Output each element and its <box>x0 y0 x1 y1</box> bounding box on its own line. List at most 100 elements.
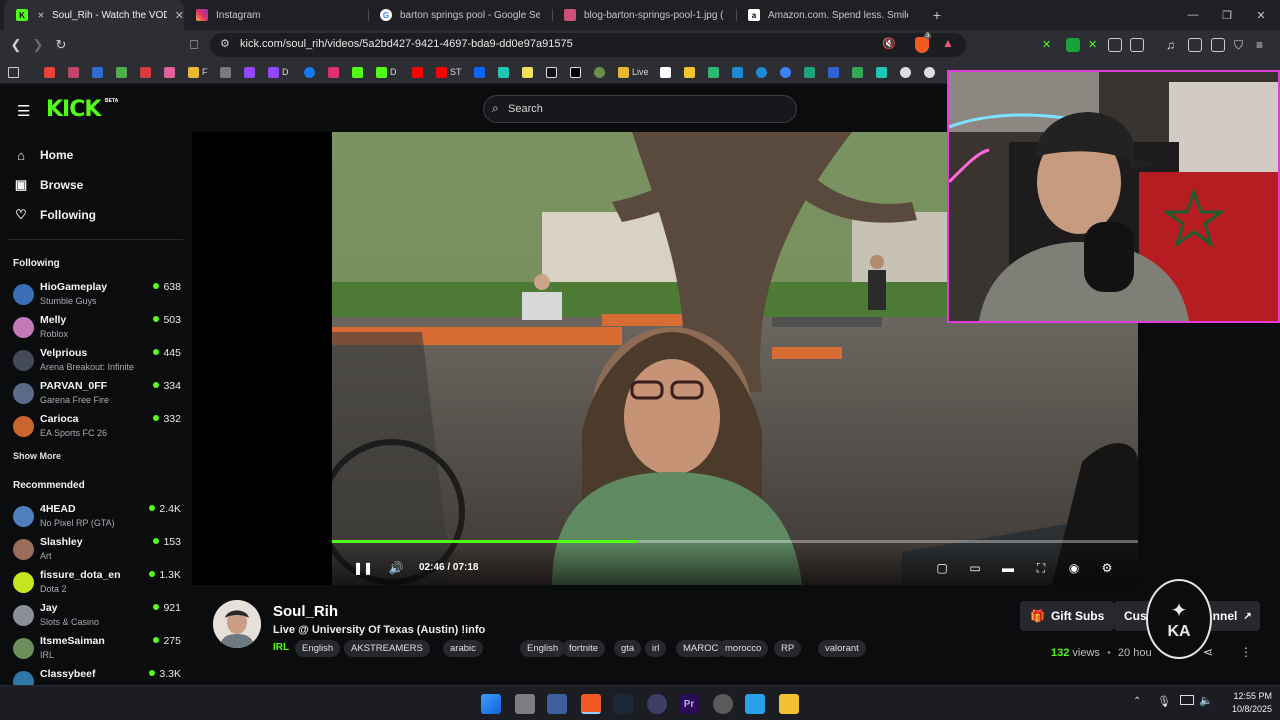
brave-taskbar-icon[interactable] <box>581 694 601 714</box>
channel-item[interactable]: Slashley Art 153 <box>13 536 181 566</box>
bookmark-32[interactable] <box>924 66 938 78</box>
clock-time[interactable]: 12:55 PM <box>1220 691 1272 701</box>
channel-item[interactable]: ItsmeSaiman IRL 275 <box>13 635 181 665</box>
bookmark-5[interactable] <box>140 66 154 78</box>
extension-x-icon[interactable]: ✕ <box>1042 38 1056 52</box>
address-bar[interactable]: ⚙ kick.com/soul_rih/videos/5a2bd427-9421… <box>210 33 966 57</box>
bookmark-24[interactable] <box>732 66 746 78</box>
bookmark-twitch-d[interactable]: D <box>268 66 289 78</box>
hamburger-menu-icon[interactable]: ☰ <box>17 102 30 120</box>
sidebar-icon[interactable] <box>1188 38 1202 52</box>
bookmark-amazon[interactable] <box>660 66 674 78</box>
nav-browse[interactable]: ▣ Browse <box>14 175 84 195</box>
speed-icon[interactable]: ◉ <box>1066 560 1082 576</box>
bookmark-instagram[interactable] <box>328 66 342 78</box>
gift-subs-button[interactable]: 🎁 Gift Subs <box>1020 601 1115 631</box>
tab-amazon[interactable]: a Amazon.com. Spend less. Smile more. <box>736 0 920 30</box>
brave-rewards-icon[interactable]: ▲ <box>942 36 954 50</box>
bookmark-25[interactable] <box>756 66 770 78</box>
restore-button[interactable]: ❐ <box>1210 0 1244 30</box>
tag-chip[interactable]: arabic <box>443 640 483 657</box>
nav-home[interactable]: ⌂ Home <box>14 145 73 165</box>
file-explorer-icon[interactable] <box>779 694 799 714</box>
mute-tab-icon[interactable]: ✕ <box>36 9 46 21</box>
bookmark-26[interactable] <box>780 66 794 78</box>
back-icon[interactable]: ❮ <box>6 35 26 55</box>
app-icon-1[interactable] <box>547 694 567 714</box>
bookmark-19[interactable] <box>594 66 608 78</box>
tag-chip[interactable]: morocco <box>718 640 769 657</box>
channel-item[interactable]: Melly Roblox 503 <box>13 314 181 344</box>
bookmark-27[interactable] <box>804 66 818 78</box>
bookmark-youtube[interactable] <box>412 66 426 78</box>
bookmark-29[interactable] <box>852 66 866 78</box>
close-tab-icon[interactable]: ✕ <box>175 9 184 22</box>
category-link[interactable]: IRL <box>273 642 289 653</box>
bookmark-30[interactable] <box>876 66 890 78</box>
bookmark-tiktok[interactable] <box>546 66 560 78</box>
network-icon[interactable] <box>1180 695 1194 705</box>
bookmark-28[interactable] <box>828 66 842 78</box>
speaker-icon[interactable]: 🔈 <box>1199 694 1213 707</box>
new-tab-button[interactable]: + <box>920 0 954 30</box>
channel-item[interactable]: Velprious Arena Breakout: Infinite 445 <box>13 347 181 377</box>
tag-chip[interactable]: valorant <box>818 640 866 657</box>
channel-item[interactable]: PARVAN_0FF Garena Free Fire 334 <box>13 380 181 410</box>
reload-icon[interactable]: ↻ <box>51 35 71 55</box>
brave-shield-icon[interactable] <box>915 37 929 53</box>
bookmark-meta[interactable] <box>474 66 488 78</box>
bookmark-31[interactable] <box>900 66 914 78</box>
tag-chip[interactable]: fortnite <box>562 640 606 657</box>
miniplayer-icon[interactable]: ▬ <box>1000 560 1016 576</box>
pip-icon[interactable]: ▢ <box>934 560 950 576</box>
bookmark-x[interactable] <box>570 66 584 78</box>
bookmark-kick[interactable] <box>352 66 366 78</box>
bookmark-folder-f[interactable]: F <box>188 66 208 78</box>
menu-icon[interactable]: ≡ <box>1256 38 1270 52</box>
close-window-button[interactable]: ✕ <box>1244 0 1278 30</box>
extension-hd-icon[interactable] <box>1066 38 1080 52</box>
bookmark-youtube-st[interactable]: ST <box>436 66 462 78</box>
site-settings-icon[interactable]: ⚙ <box>220 37 230 50</box>
bookmark-gmail[interactable] <box>44 66 58 78</box>
apps-grid-icon[interactable] <box>8 66 22 78</box>
search-bar[interactable]: ⌕ Search <box>483 95 797 123</box>
bookmark-6[interactable] <box>164 66 178 78</box>
wallet-icon[interactable] <box>1211 38 1225 52</box>
streamer-name[interactable]: Soul_Rih <box>273 603 338 620</box>
forward-icon[interactable]: ❯ <box>28 35 48 55</box>
bookmark-15[interactable] <box>498 66 512 78</box>
theater-icon[interactable]: ▭ <box>967 560 983 576</box>
bookmark-8[interactable] <box>220 66 234 78</box>
kick-logo[interactable]: KICK <box>46 97 101 122</box>
obs-taskbar-icon[interactable] <box>713 694 733 714</box>
windows-start-icon[interactable] <box>481 694 501 714</box>
tab-google[interactable]: G barton springs pool - Google Search <box>368 0 552 30</box>
screenshot-icon[interactable] <box>1130 38 1144 52</box>
task-view-icon[interactable] <box>515 694 535 714</box>
steam-taskbar-icon[interactable] <box>613 694 633 714</box>
microphone-icon[interactable]: 🎙 <box>1157 695 1171 708</box>
settings-icon[interactable]: ⚙ <box>1099 560 1115 576</box>
vpn-icon[interactable]: ⛉ <box>1234 38 1248 52</box>
share-icon[interactable]: ⋖ <box>1203 645 1213 659</box>
progress-bar[interactable] <box>332 540 1138 543</box>
media-icon[interactable]: ♫ <box>1166 38 1180 52</box>
photos-taskbar-icon[interactable] <box>745 694 765 714</box>
bookmark-folder-live[interactable]: Live <box>618 66 649 78</box>
bookmark-icon[interactable]: ⎕ <box>184 35 204 55</box>
fullscreen-icon[interactable]: ⛶ <box>1033 560 1049 576</box>
tab-kick[interactable]: K ✕ Soul_Rih - Watch the VOD on ✕ <box>4 0 184 30</box>
bookmark-kick-d[interactable]: D <box>376 66 397 78</box>
tag-chip[interactable]: English <box>295 640 341 657</box>
bookmark-23[interactable] <box>708 66 722 78</box>
bookmark-16[interactable] <box>522 66 536 78</box>
volume-icon[interactable]: 🔊 <box>388 560 404 576</box>
channel-item[interactable]: Carioca EA Sports FC 26 332 <box>13 413 181 443</box>
more-options-icon[interactable]: ⋮ <box>1240 645 1252 659</box>
nav-following[interactable]: ♡ Following <box>14 205 96 225</box>
bookmark-3[interactable] <box>92 66 106 78</box>
premiere-taskbar-icon[interactable]: Pr <box>679 694 699 714</box>
tag-chip[interactable]: English <box>520 640 566 657</box>
clock-date[interactable]: 10/8/2025 <box>1220 704 1272 714</box>
